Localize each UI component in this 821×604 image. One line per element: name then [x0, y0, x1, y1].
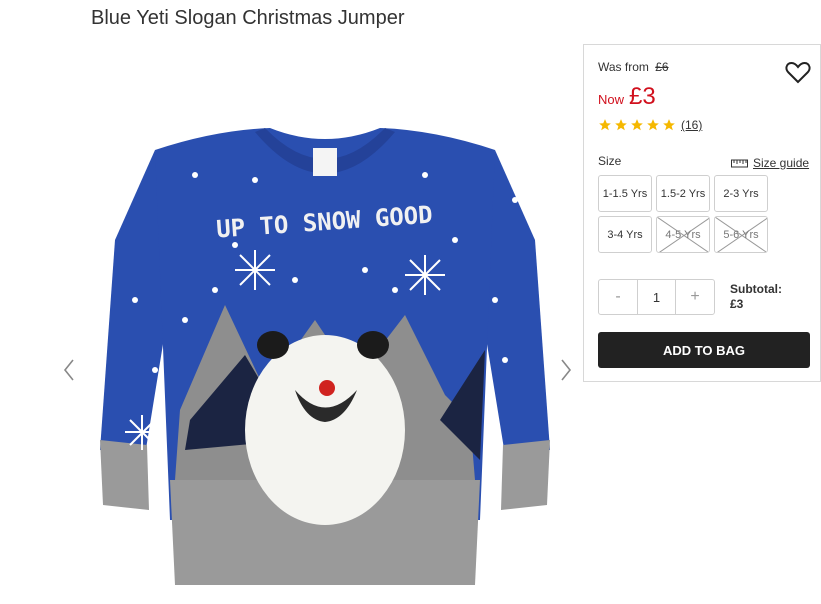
subtotal-label: Subtotal: — [730, 282, 782, 296]
purchase-panel: Was from £6 Now £3 (16) Size Size guide … — [583, 44, 821, 382]
size-option-2-3[interactable]: 2-3 Yrs — [714, 175, 768, 212]
product-image: UP TO SNOW GOOD — [100, 128, 550, 585]
now-label: Now — [598, 92, 625, 107]
quantity-input[interactable]: 1 — [637, 280, 676, 314]
chevron-left-icon[interactable] — [60, 355, 80, 385]
size-option-label: 4-5 Yrs — [665, 228, 701, 241]
ruler-icon — [731, 159, 748, 168]
star-icon — [663, 119, 675, 131]
star-icon — [647, 119, 659, 131]
size-option-label: 5-6 Yrs — [723, 228, 759, 241]
product-gallery: UP TO SNOW GOOD — [55, 110, 585, 600]
product-title: Blue Yeti Slogan Christmas Jumper — [91, 7, 405, 29]
was-label: Was from — [598, 60, 649, 74]
was-price: £6 — [655, 60, 669, 74]
size-option-4-5-unavailable[interactable]: 4-5 Yrs — [656, 216, 710, 253]
size-option-label: 1-1.5 Yrs — [602, 187, 648, 200]
size-guide-label: Size guide — [753, 156, 810, 170]
subtotal-value: £3 — [730, 297, 744, 311]
rating: (16) — [598, 118, 702, 132]
size-option-1-1.5[interactable]: 1-1.5 Yrs — [598, 175, 652, 212]
size-label: Size — [598, 154, 622, 168]
chevron-right-icon[interactable] — [555, 355, 575, 385]
now-price-row: Now £3 — [598, 83, 656, 111]
review-count-link[interactable]: (16) — [681, 118, 702, 132]
quantity-increase-button[interactable]: + — [676, 280, 714, 314]
now-price: £3 — [629, 83, 656, 110]
size-option-label: 2-3 Yrs — [723, 187, 759, 200]
star-icon — [631, 119, 643, 131]
add-to-bag-button[interactable]: ADD TO BAG — [598, 332, 810, 368]
heart-icon[interactable] — [785, 61, 811, 85]
star-icon — [599, 119, 611, 131]
size-option-3-4[interactable]: 3-4 Yrs — [598, 216, 652, 253]
was-price-row: Was from £6 — [598, 60, 669, 74]
quantity-stepper: - 1 + — [598, 279, 715, 315]
quantity-decrease-button[interactable]: - — [599, 280, 637, 314]
size-option-1.5-2[interactable]: 1.5-2 Yrs — [656, 175, 710, 212]
size-option-label: 1.5-2 Yrs — [660, 187, 706, 200]
star-icon — [615, 119, 627, 131]
size-guide-link[interactable]: Size guide — [731, 156, 809, 170]
size-option-5-6-unavailable[interactable]: 5-6 Yrs — [714, 216, 768, 253]
subtotal: Subtotal: £3 — [730, 282, 782, 312]
size-option-label: 3-4 Yrs — [607, 228, 643, 241]
